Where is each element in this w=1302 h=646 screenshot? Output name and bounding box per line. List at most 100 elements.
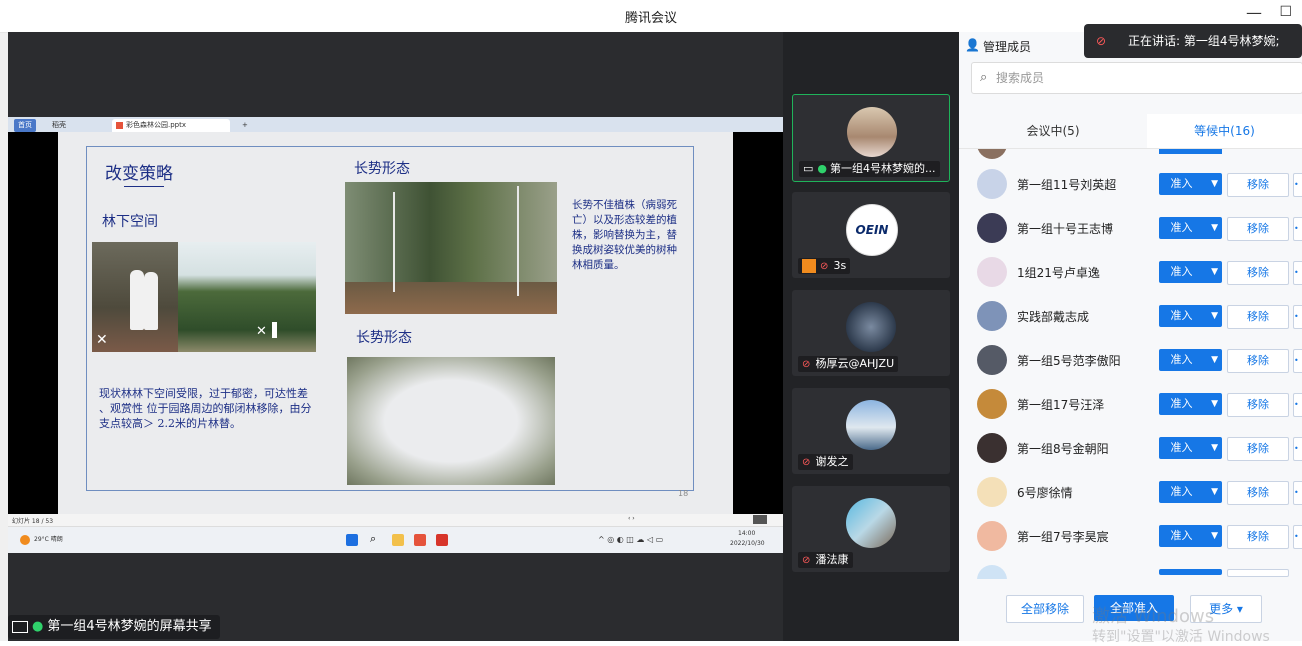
member-row: 第一组5号范李傲阳 准入 ▼ 移除 • [959, 339, 1302, 383]
participant-name: ⊘ 谢发之 [798, 454, 853, 470]
slide-counter: 幻灯片 18 / 53 [12, 518, 54, 525]
activate-windows-watermark: 激活 Windows [1092, 606, 1215, 627]
tab-waiting[interactable]: 等候中(16) [1147, 114, 1302, 148]
remove-all-button[interactable]: 全部移除 [1006, 595, 1084, 623]
remove-button[interactable]: 移除 [1227, 349, 1289, 373]
remove-button[interactable]: 移除 [1227, 305, 1289, 329]
participant-name: ⊘ 3s [798, 258, 851, 274]
admit-button[interactable]: 准入 ▼ [1159, 261, 1222, 283]
avatar [977, 345, 1007, 375]
avatar [977, 301, 1007, 331]
screen-icon [12, 620, 28, 633]
remove-button[interactable]: 移除 [1227, 437, 1289, 461]
activate-windows-hint: 转到"设置"以激活 Windows [1092, 629, 1270, 645]
more-options-button[interactable]: • [1293, 349, 1302, 373]
admit-button[interactable]: 准入 ▼ [1159, 173, 1222, 195]
member-row [959, 559, 1302, 579]
chevron-down-icon[interactable]: ▼ [1211, 173, 1218, 195]
powerpoint-icon[interactable] [414, 534, 426, 546]
remove-button[interactable]: 移除 [1227, 393, 1289, 417]
new-tab-icon[interactable]: + [238, 119, 252, 132]
mic-on-icon: ● [32, 619, 44, 634]
browser-tab-pptx[interactable]: 彩色森林公园.pptx [112, 119, 230, 132]
chevron-down-icon[interactable]: ▼ [1211, 349, 1218, 371]
more-options-button[interactable]: • [1293, 261, 1302, 285]
maximize-icon[interactable]: ☐ [1279, 4, 1292, 20]
avatar [977, 149, 1007, 159]
speaking-indicator: ⊘ 正在讲话: 第一组4号林梦婉; [1084, 24, 1302, 58]
clock-date: 2022/10/30 [730, 540, 765, 547]
admit-button[interactable]: 准入 ▼ [1159, 525, 1222, 547]
remove-button[interactable]: 移除 [1227, 217, 1289, 241]
avatar [977, 477, 1007, 507]
browser-tab-home[interactable]: 首页 [14, 119, 36, 132]
more-options-button[interactable]: • [1293, 481, 1302, 505]
tray-icons[interactable]: ^ ◎ ◐ ◫ ☁ ◁ ▭ [598, 535, 663, 544]
mic-muted-icon: ⊘ [802, 457, 811, 468]
admit-button[interactable]: 准入 ▼ [1159, 217, 1222, 239]
search-icon[interactable]: ⌕ [370, 532, 382, 545]
tab-in-meeting[interactable]: 会议中(5) [959, 114, 1147, 148]
member-name: 1组21号卢卓逸 [1017, 266, 1100, 280]
member-name: 第一组17号汪泽 [1017, 398, 1105, 412]
forest-photo-4 [347, 357, 555, 485]
chevron-down-icon[interactable]: ▼ [1211, 437, 1218, 459]
slide-right-title-2: 长势形态 [356, 330, 412, 346]
search-icon: ⌕ [980, 70, 988, 85]
admit-button[interactable]: 准入 ▼ [1159, 437, 1222, 459]
chevron-down-icon[interactable]: ▼ [1211, 481, 1218, 503]
member-search-input[interactable]: ⌕ 搜索成员 [971, 62, 1302, 94]
admit-label: 准入 [1170, 485, 1193, 498]
member-row: 第一组十号王志博 准入 ▼ 移除 • [959, 207, 1302, 251]
slide-page-number: 18 [678, 489, 689, 498]
participant-tile[interactable]: ⊘ 杨厚云@AHJZU [792, 290, 950, 376]
weather-text: 29°C 晴朗 [34, 536, 63, 543]
admit-button[interactable]: 准入 ▼ [1159, 393, 1222, 415]
screen-share-icon: ▭ [803, 162, 814, 175]
windows-taskbar: 29°C 晴朗 ⌕ ^ ◎ ◐ ◫ ☁ ◁ ▭ 14:00 2022/10/30 [8, 526, 783, 553]
more-options-button[interactable]: • [1293, 525, 1302, 549]
more-options-button[interactable]: • [1293, 217, 1302, 241]
more-options-button[interactable]: • [1293, 393, 1302, 417]
minimize-icon[interactable]: — [1246, 3, 1262, 22]
more-options-button[interactable]: • [1293, 173, 1302, 197]
folder-icon[interactable] [392, 534, 404, 546]
ppt-status-bar: 幻灯片 18 / 53 ‹ › [8, 514, 783, 526]
remove-button[interactable]: 移除 [1227, 525, 1289, 549]
shared-screen: 首页 稻壳 彩色森林公园.pptx + 改变策略 林下空间 ✕ ✕ 现状林林下空… [8, 117, 783, 553]
admit-button[interactable]: 准入 ▼ [1159, 305, 1222, 327]
admit-button[interactable] [1159, 569, 1222, 575]
chevron-down-icon[interactable]: ▼ [1211, 393, 1218, 415]
participant-tile[interactable]: ⊘ 潘法康 [792, 486, 950, 572]
admit-label: 准入 [1170, 397, 1193, 410]
speaking-text: 正在讲话: 第一组4号林梦婉; [1128, 34, 1280, 48]
admit-button[interactable]: 准入 ▼ [1159, 349, 1222, 371]
chevron-down-icon[interactable]: ▼ [1211, 525, 1218, 547]
chevron-down-icon[interactable]: ▼ [1211, 217, 1218, 239]
browser-tab-docer[interactable]: 稻壳 [48, 119, 70, 132]
participant-tile[interactable]: ⊘ 谢发之 [792, 388, 950, 474]
play-icon[interactable] [753, 515, 767, 524]
remove-button[interactable]: 移除 [1227, 481, 1289, 505]
participant-tile[interactable]: OEIN ⊘ 3s [792, 192, 950, 278]
wps-icon[interactable] [436, 534, 448, 546]
browser-tabbar: 首页 稻壳 彩色森林公园.pptx + [8, 117, 783, 132]
admit-button[interactable] [1159, 149, 1222, 154]
start-icon[interactable] [346, 534, 358, 546]
mic-on-icon: ● [817, 162, 828, 175]
more-options-button[interactable]: • [1293, 437, 1302, 461]
more-options-button[interactable]: • [1293, 305, 1302, 329]
chevron-down-icon[interactable]: ▼ [1211, 261, 1218, 283]
panel-title: 管理成员 [983, 40, 1032, 54]
participant-tile[interactable]: ▭ ● 第一组4号林梦婉的... [792, 94, 950, 182]
remove-button[interactable]: 移除 [1227, 173, 1289, 197]
remove-button[interactable] [1227, 569, 1289, 577]
search-placeholder: 搜索成员 [996, 71, 1045, 85]
members-icon: 👤 [965, 38, 980, 52]
chevron-down-icon[interactable]: ▼ [1211, 305, 1218, 327]
remove-button[interactable]: 移除 [1227, 261, 1289, 285]
slide-nav-icon[interactable]: ‹ › [628, 515, 635, 522]
avatar [977, 433, 1007, 463]
mic-muted-icon: ⊘ [1096, 34, 1107, 48]
admit-button[interactable]: 准入 ▼ [1159, 481, 1222, 503]
